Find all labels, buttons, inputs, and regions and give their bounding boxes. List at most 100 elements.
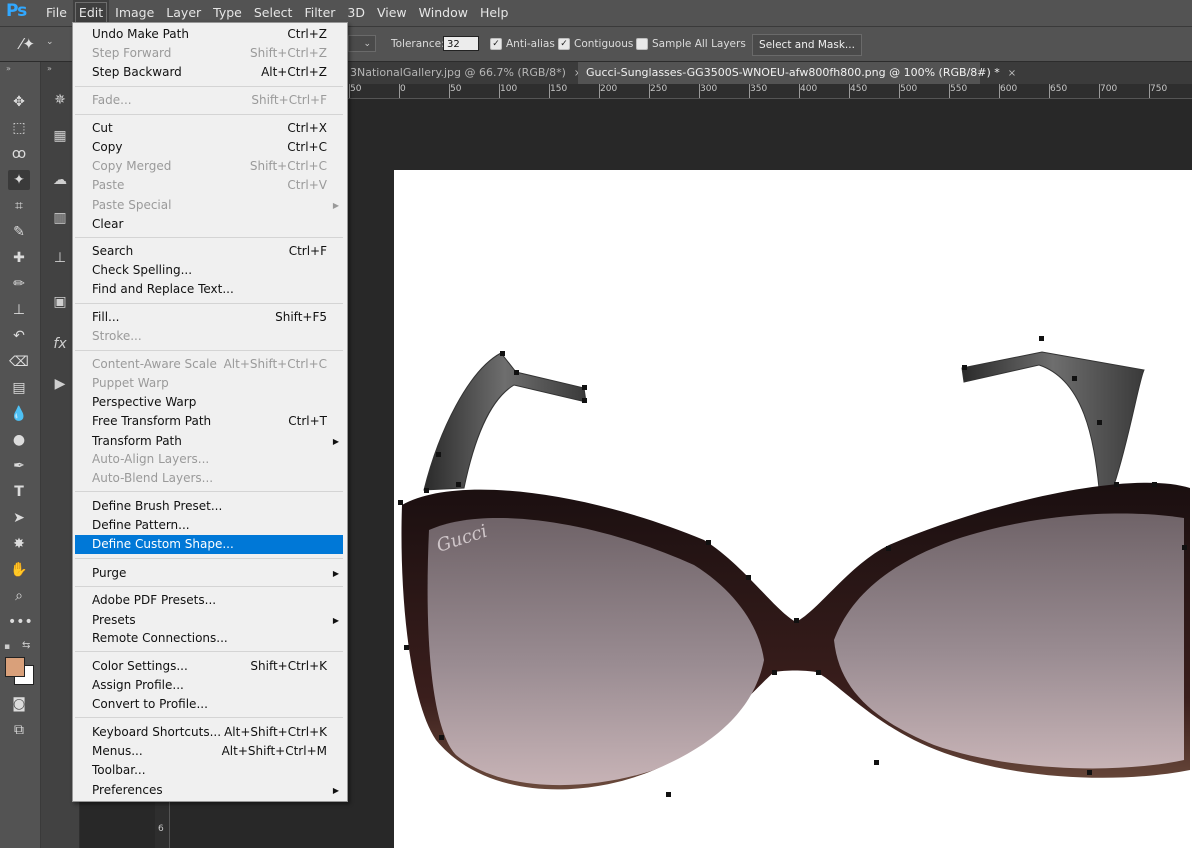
eyedropper-tool-icon[interactable]: ✎ xyxy=(8,222,30,242)
menu-item-undo[interactable]: Undo Make Path Ctrl+Z xyxy=(75,25,343,44)
tab-national-gallery[interactable]: 3NationalGallery.jpg @ 66.7% (RGB/8*)× xyxy=(342,62,582,84)
history-brush-tool-icon[interactable]: ↶ xyxy=(8,326,30,346)
submenu-arrow-icon: ▶ xyxy=(332,437,339,446)
blur-tool-icon[interactable]: 💧 xyxy=(8,404,30,424)
ruler-label: 350 xyxy=(748,84,768,98)
tolerance-input[interactable]: 32 xyxy=(443,36,479,51)
foreground-color-swatch[interactable] xyxy=(5,657,25,677)
menu-item-define-brush-preset[interactable]: Define Brush Preset... xyxy=(75,497,343,516)
menu-item-find-replace[interactable]: Find and Replace Text... xyxy=(75,280,343,299)
collapse-arrows-icon[interactable]: » xyxy=(6,64,11,73)
dodge-tool-icon[interactable]: ● xyxy=(8,430,30,450)
document-canvas[interactable]: Gucci xyxy=(394,170,1192,848)
menu-view[interactable]: View xyxy=(371,0,413,26)
libraries-panel-icon[interactable]: ▦ xyxy=(49,126,71,146)
menu-item-perspective-warp[interactable]: Perspective Warp xyxy=(75,393,343,412)
menu-item-cut[interactable]: Cut Ctrl+X xyxy=(75,119,343,138)
tab-label: Gucci-Sunglasses-GG3500S-WNOEU-afw800fh8… xyxy=(586,66,1000,79)
hand-tool-icon[interactable]: ✋ xyxy=(8,560,30,580)
menu-item-assign-profile[interactable]: Assign Profile... xyxy=(75,676,343,695)
crop-tool-icon[interactable]: ⌗ xyxy=(8,196,30,216)
custom-shape-tool-icon[interactable]: ✸ xyxy=(8,534,30,554)
styles-panel-icon[interactable]: fx xyxy=(49,334,71,354)
menu-separator xyxy=(75,237,343,238)
menu-item-color-settings[interactable]: Color Settings... Shift+Ctrl+K xyxy=(75,657,343,676)
zoom-tool-icon[interactable]: ⌕ xyxy=(8,586,30,606)
menu-item-define-custom-shape[interactable]: Define Custom Shape... xyxy=(75,535,343,554)
ruler-label: 400 xyxy=(798,84,818,98)
menu-item-convert-to-profile[interactable]: Convert to Profile... xyxy=(75,695,343,714)
menu-item-define-pattern[interactable]: Define Pattern... xyxy=(75,516,343,535)
magic-wand-icon[interactable]: ⁄✦ xyxy=(20,35,35,53)
menu-item-clear[interactable]: Clear xyxy=(75,215,343,234)
tools-panel: » ✥ ⬚ ꝏ ✦ ⌗ ✎ ✚ ✏ ⊥ ↶ ⌫ ▤ 💧 ● ✒ T ➤ ✸ ✋ … xyxy=(0,62,41,848)
screen-mode-icon[interactable]: ⧉ xyxy=(8,720,30,740)
contiguous-label: Contiguous xyxy=(574,38,634,50)
path-selection-tool-icon[interactable]: ➤ xyxy=(8,508,30,528)
actions-play-icon[interactable]: ▶ xyxy=(49,374,71,394)
navigator-panel-icon[interactable]: ✵ xyxy=(49,90,71,110)
menu-item-purge[interactable]: Purge ▶ xyxy=(75,564,343,583)
menu-item-keyboard-shortcuts[interactable]: Keyboard Shortcuts... Alt+Shift+Ctrl+K xyxy=(75,723,343,742)
submenu-arrow-icon: ▶ xyxy=(332,786,339,795)
anti-alias-checkbox[interactable]: ✓ xyxy=(490,38,502,50)
ruler-label: 650 xyxy=(1048,84,1068,98)
healing-brush-tool-icon[interactable]: ✚ xyxy=(8,248,30,268)
ruler-label: 200 xyxy=(598,84,618,98)
quick-mask-icon[interactable]: ◙ xyxy=(8,694,30,714)
menu-item-toolbar[interactable]: Toolbar... xyxy=(75,761,343,780)
menu-item-fill[interactable]: Fill... Shift+F5 xyxy=(75,308,343,327)
submenu-arrow-icon: ▶ xyxy=(332,569,339,578)
creative-cloud-icon[interactable]: ☁ xyxy=(49,170,71,190)
menu-item-search[interactable]: Search Ctrl+F xyxy=(75,242,343,261)
type-tool-icon[interactable]: T xyxy=(8,482,30,502)
clone-stamp-tool-icon[interactable]: ⊥ xyxy=(8,300,30,320)
lasso-tool-icon[interactable]: ꝏ xyxy=(8,144,30,164)
gradient-tool-icon[interactable]: ▤ xyxy=(8,378,30,398)
menu-item-free-transform-path[interactable]: Free Transform Path Ctrl+T xyxy=(75,412,343,431)
magic-wand-tool-icon[interactable]: ✦ xyxy=(8,170,30,190)
expand-arrows-icon[interactable]: » xyxy=(47,64,52,73)
tab-gucci-sunglasses[interactable]: Gucci-Sunglasses-GG3500S-WNOEU-afw800fh8… xyxy=(578,62,1016,84)
sample-all-layers-label: Sample All Layers xyxy=(652,38,746,50)
default-colors-icon[interactable]: ▪ xyxy=(4,642,10,652)
menu-separator xyxy=(75,114,343,115)
menu-separator xyxy=(75,586,343,587)
menu-window[interactable]: Window xyxy=(413,0,474,26)
properties-panel-icon[interactable]: ▣ xyxy=(49,292,71,312)
ruler-label: 6 xyxy=(158,824,164,834)
close-tab-icon[interactable]: × xyxy=(1008,68,1016,79)
pen-tool-icon[interactable]: ✒ xyxy=(8,456,30,476)
tab-label: 3NationalGallery.jpg @ 66.7% (RGB/8*) xyxy=(350,66,566,79)
contiguous-checkbox[interactable]: ✓ xyxy=(558,38,570,50)
tool-preset-chevron-icon[interactable]: ⌄ xyxy=(46,37,54,47)
menu-item-menus[interactable]: Menus... Alt+Shift+Ctrl+M xyxy=(75,742,343,761)
sample-all-layers-checkbox[interactable] xyxy=(636,38,648,50)
menu-item-presets[interactable]: Presets ▶ xyxy=(75,611,343,630)
brush-tool-icon[interactable]: ✏ xyxy=(8,274,30,294)
menu-item-preferences[interactable]: Preferences ▶ xyxy=(75,781,343,800)
menu-item-check-spelling[interactable]: Check Spelling... xyxy=(75,261,343,280)
anti-alias-label: Anti-alias xyxy=(506,38,555,50)
move-tool-icon[interactable]: ✥ xyxy=(8,92,30,112)
ruler-label: 700 xyxy=(1098,84,1118,98)
select-and-mask-button[interactable]: Select and Mask... xyxy=(752,34,862,56)
menu-item-adobe-pdf-presets[interactable]: Adobe PDF Presets... xyxy=(75,591,343,610)
menu-item-step-backward[interactable]: Step Backward Alt+Ctrl+Z xyxy=(75,63,343,82)
menu-item-transform-path[interactable]: Transform Path ▶ xyxy=(75,432,343,451)
menu-file[interactable]: File xyxy=(40,0,73,26)
more-tools-icon[interactable]: ••• xyxy=(8,612,33,632)
menu-item-copy[interactable]: Copy Ctrl+C xyxy=(75,138,343,157)
channels-panel-icon[interactable]: ▥ xyxy=(49,208,71,228)
menu-separator xyxy=(75,558,343,559)
marquee-tool-icon[interactable]: ⬚ xyxy=(8,118,30,138)
menu-item-step-forward: Step Forward Shift+Ctrl+Z xyxy=(92,46,327,60)
clone-source-icon[interactable]: ⊥ xyxy=(49,248,71,268)
menu-item-paste-special: Paste Special ▶ xyxy=(75,196,343,215)
eraser-tool-icon[interactable]: ⌫ xyxy=(8,352,30,372)
menu-item-remote-connections[interactable]: Remote Connections... xyxy=(75,629,343,648)
sample-size-dropdown[interactable]: ⌄ xyxy=(348,35,376,52)
swap-colors-icon[interactable]: ⇆ xyxy=(22,640,30,651)
menu-help[interactable]: Help xyxy=(474,0,515,26)
tolerance-label: Tolerance: xyxy=(391,38,445,50)
